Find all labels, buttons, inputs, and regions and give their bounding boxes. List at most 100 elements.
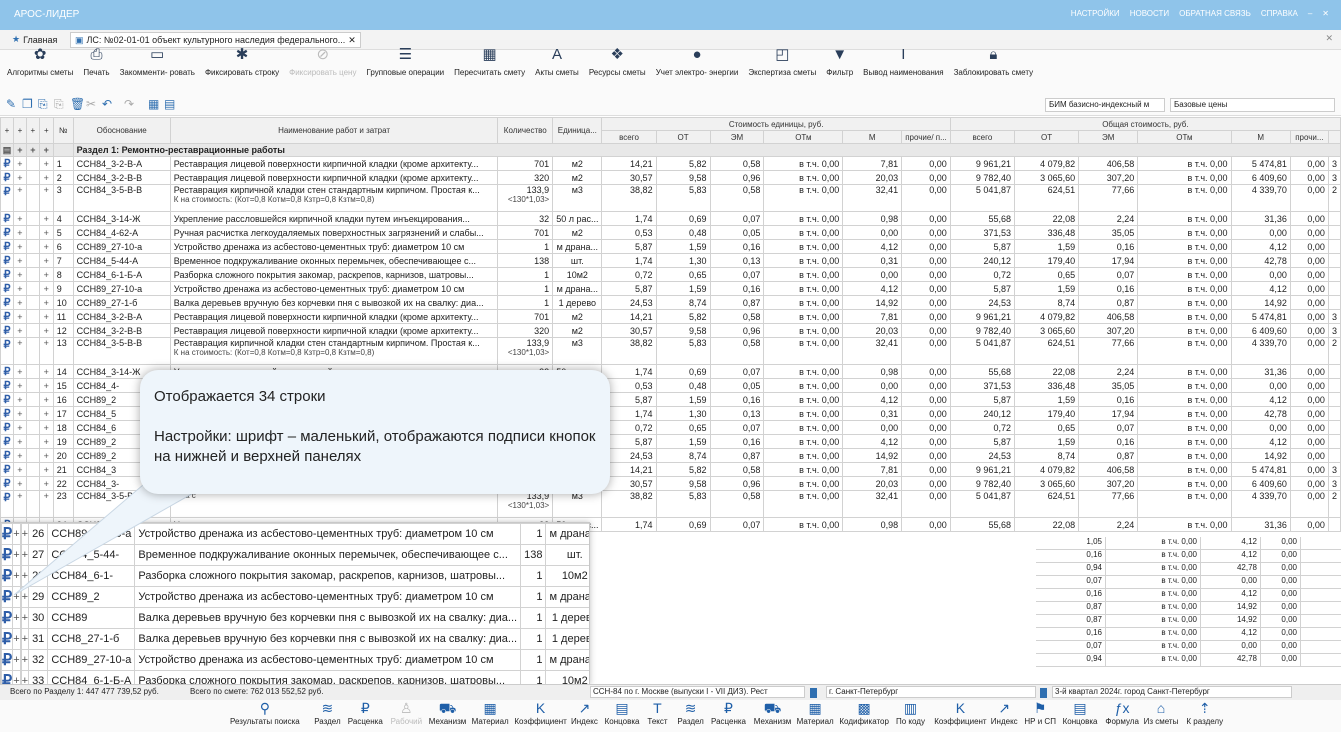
bim-select[interactable]: БИМ базисно-индексный м — [1045, 98, 1165, 112]
row-code[interactable]: ССН84_6-1-Б-А — [47, 670, 136, 684]
row-qty[interactable]: 701 — [497, 156, 554, 171]
row-name[interactable]: Временное подкружаливание оконных перемы… — [169, 253, 499, 268]
table-row[interactable]: ₽ + +2 ССН84_3-2-В-В Реставрация лицевой пов… — [0, 170, 1341, 185]
zoomed-row[interactable]: ₽ + +30 ССН89 Валка деревьев вручную без кор… — [1, 607, 589, 629]
expand-icon[interactable]: + — [12, 253, 27, 268]
table-row[interactable]: ₽ + +3 ССН84_3-5-В-В Реставрация кирпичной к… — [0, 184, 1341, 212]
ribbon-button-text-cursor[interactable]: I Вывод наименования — [858, 47, 948, 94]
col-name[interactable]: Наименование работ и затрат — [169, 117, 499, 144]
close-window-button[interactable]: ✕ — [1322, 9, 1329, 18]
expand-icon[interactable]: + — [38, 225, 54, 240]
expand-icon[interactable]: + — [38, 406, 54, 421]
col-code[interactable]: Обоснование — [72, 117, 171, 144]
bottom-button-coefficient[interactable]: K Коэффициент — [514, 700, 566, 726]
row-code[interactable]: ССН84_3-2-В-А — [72, 309, 171, 324]
menu-news[interactable]: НОВОСТИ — [1130, 9, 1169, 18]
section-row[interactable]: ▤ + + + Раздел 1: Ремонтно-реставрационные … — [0, 143, 1341, 157]
zoomed-row[interactable]: ₽ + +31 ССН8_27-1-б Валка деревьев вручную б… — [1, 628, 589, 650]
checkbox[interactable] — [25, 170, 40, 185]
expand-icon[interactable]: + — [12, 281, 27, 296]
rate-icon[interactable]: ₽ — [0, 253, 14, 268]
expand-icon[interactable]: + — [38, 309, 54, 324]
rate-icon[interactable]: ₽ — [0, 434, 14, 449]
table-row[interactable]: ₽ + +6 ССН89_27-10-а Устройство дренажа из а… — [0, 239, 1341, 254]
norm-base-select[interactable]: ССН-84 по г. Москве (выпуски I - VII ДИЗ… — [590, 686, 805, 698]
ribbon-button-expertise[interactable]: ◰ Экспертиза сметы — [743, 47, 821, 94]
row-qty[interactable]: 133,9 <130*1,03> — [497, 337, 554, 365]
bottom-button-by-code[interactable]: ▥ По коду — [896, 700, 925, 726]
col-unit-ot[interactable]: ОТ — [655, 130, 711, 144]
expand-icon[interactable]: + — [12, 143, 27, 157]
paste-icon[interactable]: ⎘ — [38, 97, 48, 112]
rate-icon[interactable]: ₽ — [0, 170, 14, 185]
ribbon-button-calculator[interactable]: ▦ Пересчитать смету — [449, 47, 530, 94]
row-qty[interactable]: 1 — [520, 523, 547, 545]
table-row[interactable]: ₽ + +5 ССН84_4-62-А Ручная расчистка легкоуд… — [0, 225, 1341, 240]
expand-icon[interactable]: + — [38, 156, 54, 171]
expand-icon[interactable]: + — [38, 378, 54, 393]
rate-icon[interactable]: ₽ — [1, 586, 14, 608]
checkbox[interactable] — [25, 406, 40, 421]
ribbon-button-list[interactable]: ☰ Групповые операции — [361, 47, 449, 94]
rate-icon[interactable]: ₽ — [0, 225, 14, 240]
row-qty[interactable]: 1 — [520, 649, 547, 671]
expand-icon[interactable]: + — [38, 253, 54, 268]
grid-icon[interactable]: ▦ — [148, 97, 159, 111]
rate-icon[interactable]: ₽ — [0, 211, 14, 226]
col-icon-3[interactable]: + — [25, 117, 40, 144]
bottom-button-material-2[interactable]: ▦ Материал — [797, 700, 834, 726]
expand-icon[interactable]: + — [38, 281, 54, 296]
expand-icon[interactable]: + — [38, 295, 54, 310]
expand-icon[interactable]: + — [12, 406, 27, 421]
row-code[interactable]: ССН8_27-1-б — [47, 628, 136, 650]
row-name[interactable]: Устройство дренажа из асбестово-цементны… — [169, 239, 499, 254]
table-row[interactable]: ₽ + +11 ССН84_3-2-В-А Реставрация лицевой по… — [0, 309, 1341, 324]
expand-icon[interactable]: + — [38, 170, 54, 185]
ribbon-button-printer[interactable]: ⎙ Печать — [78, 47, 114, 94]
bottom-button-search[interactable]: ⚲ Результаты поиска — [230, 700, 300, 726]
close-tabs-icon[interactable]: ✕ — [1325, 33, 1333, 44]
checkbox[interactable] — [25, 239, 40, 254]
bottom-button-machine-2[interactable]: ⛟ Механизм — [754, 700, 791, 726]
checkbox[interactable] — [25, 295, 40, 310]
ribbon-button-acts[interactable]: A Акты сметы — [530, 47, 584, 94]
expand-icon[interactable]: + — [12, 170, 27, 185]
menu-settings[interactable]: НАСТРОЙКИ — [1071, 9, 1120, 18]
rate-icon[interactable]: ₽ — [1, 565, 14, 587]
undo-icon[interactable]: ↶ — [102, 97, 112, 111]
expand-icon[interactable]: + — [38, 267, 54, 282]
row-code[interactable]: ССН84_3-2-В-В — [72, 170, 171, 185]
row-code[interactable]: ССН89 — [47, 607, 136, 629]
col-icon-2[interactable]: + — [12, 117, 27, 144]
row-qty[interactable]: 1 — [520, 565, 547, 587]
row-code[interactable]: ССН84_3-2-В-А — [72, 156, 171, 171]
rate-icon[interactable]: ₽ — [1, 544, 14, 566]
row-code[interactable]: ССН89_27-1-б — [72, 295, 171, 310]
row-code[interactable]: ССН84_3-5-В-В — [72, 184, 171, 212]
row-qty[interactable]: 1 — [520, 586, 547, 608]
rate-icon[interactable]: ₽ — [0, 490, 14, 518]
col-total-otm[interactable]: ОТм — [1137, 130, 1232, 144]
expand-icon[interactable]: + — [38, 392, 54, 407]
row-qty[interactable]: 701 — [497, 309, 554, 324]
checkbox[interactable] — [25, 323, 40, 338]
row-name[interactable]: Валка деревьев вручную без корчевки пня … — [169, 295, 499, 310]
rate-icon[interactable]: ₽ — [0, 156, 14, 171]
col-qty[interactable]: Количество — [497, 117, 554, 144]
bottom-button-machine[interactable]: ⛟ Механизм — [429, 700, 466, 726]
ribbon-button-energy[interactable]: ● Учет электро- энергии — [651, 47, 744, 94]
row-name[interactable]: Разборка сложного покрытия закомар, раск… — [134, 670, 522, 684]
table-row[interactable]: ₽ + +12 ССН84_3-2-В-В Реставрация лицевой по… — [0, 323, 1341, 338]
expand-icon[interactable]: + — [12, 156, 27, 171]
row-qty[interactable]: 133,9 <130*1,03> — [497, 490, 554, 518]
tab-close-icon[interactable]: ✕ — [348, 35, 356, 46]
ribbon-button-pin[interactable]: ✱ Фиксировать строку — [200, 47, 284, 94]
row-name[interactable]: Ручная расчистка легкоудаляемых поверхно… — [169, 225, 499, 240]
row-name[interactable]: Разборка сложного покрытия закомар, раск… — [169, 267, 499, 282]
checkbox[interactable] — [25, 364, 40, 379]
table-row[interactable]: ₽ + +10 ССН89_27-1-б Валка деревьев вручную … — [0, 295, 1341, 310]
expand-icon[interactable]: + — [12, 337, 27, 365]
expand-icon[interactable]: + — [38, 337, 54, 365]
bottom-button-text[interactable]: T Текст — [647, 700, 667, 726]
ribbon-button-resources[interactable]: ❖ Ресурсы сметы — [584, 47, 651, 94]
